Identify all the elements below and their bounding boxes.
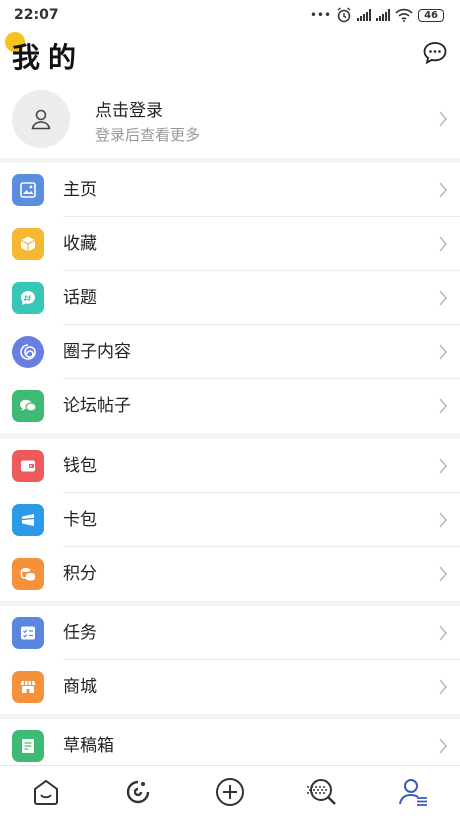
plus-circle-icon: [216, 778, 244, 806]
tab-discover[interactable]: [302, 772, 342, 812]
menu-label: 商城: [63, 677, 97, 697]
signal-icon: [357, 9, 372, 21]
card-icon: [12, 504, 44, 536]
menu-label: 钱包: [63, 456, 97, 476]
battery-icon: 46: [418, 8, 444, 22]
signal-icon-2: [376, 9, 391, 21]
chevron-right-icon: [439, 344, 448, 360]
hashtag-icon: [12, 282, 44, 314]
menu-group-content: 主页 收藏 话题 圈子内容 论坛帖子: [0, 163, 460, 433]
avatar[interactable]: [12, 90, 70, 148]
user-active-icon: [399, 779, 427, 806]
chevron-right-icon: [439, 290, 448, 306]
tab-home[interactable]: [26, 772, 66, 812]
chevron-right-icon: [439, 738, 448, 754]
menu-label: 草稿箱: [63, 736, 114, 756]
menu-label: 卡包: [63, 510, 97, 530]
chevron-right-icon: [439, 236, 448, 252]
store-icon: [12, 671, 44, 703]
menu-item-card-holder[interactable]: 卡包: [0, 493, 460, 547]
refresh-circle-icon: [126, 780, 150, 804]
tab-profile[interactable]: [394, 772, 434, 812]
chevron-right-icon: [439, 679, 448, 695]
chevron-right-icon: [439, 398, 448, 414]
menu-group-tasks: 任务 商城: [0, 606, 460, 714]
menu-item-wallet[interactable]: 钱包: [0, 439, 460, 493]
menu-item-favorites[interactable]: 收藏: [0, 217, 460, 271]
menu-item-circle-content[interactable]: 圈子内容: [0, 325, 460, 379]
status-time: 22:07: [14, 7, 59, 23]
wallet-icon: [12, 450, 44, 482]
login-title: 点击登录: [95, 101, 163, 121]
menu-label: 积分: [63, 564, 97, 584]
user-icon: [31, 109, 51, 130]
menu-item-tasks[interactable]: 任务: [0, 606, 460, 660]
menu-label: 论坛帖子: [63, 396, 131, 416]
tab-publish[interactable]: [210, 772, 250, 812]
menu-item-drafts[interactable]: 草稿箱: [0, 719, 460, 765]
chevron-right-icon: [439, 458, 448, 474]
menu-item-home[interactable]: 主页: [0, 163, 460, 217]
alarm-icon: [337, 7, 351, 23]
chevron-right-icon: [439, 566, 448, 582]
checklist-icon: [12, 617, 44, 649]
status-icons: ••• 46: [310, 7, 444, 23]
draft-icon: [12, 730, 44, 762]
menu-group-wallet: 钱包 卡包 积分: [0, 439, 460, 601]
menu-group-drafts: 草稿箱: [0, 719, 460, 765]
header: 我的: [0, 30, 460, 80]
chevron-right-icon: [439, 512, 448, 528]
image-icon: [12, 174, 44, 206]
coins-icon: [12, 558, 44, 590]
menu-item-store[interactable]: 商城: [0, 660, 460, 714]
menu-item-forum-posts[interactable]: 论坛帖子: [0, 379, 460, 433]
chevron-right-icon: [439, 111, 448, 127]
more-dots-icon: •••: [309, 8, 332, 22]
box-icon: [12, 228, 44, 260]
search-icon: [307, 779, 336, 805]
messages-icon[interactable]: [422, 40, 448, 66]
menu-label: 圈子内容: [63, 342, 131, 362]
wifi-icon: [395, 8, 413, 22]
chat-icon: [12, 390, 44, 422]
menu-label: 主页: [63, 180, 97, 200]
menu-item-topics[interactable]: 话题: [0, 271, 460, 325]
menu-label: 任务: [63, 623, 97, 643]
menu-label: 收藏: [63, 234, 97, 254]
page-title: 我的: [12, 41, 85, 74]
chevron-right-icon: [439, 625, 448, 641]
menu-item-points[interactable]: 积分: [0, 547, 460, 601]
status-bar: 22:07 ••• 46: [0, 0, 460, 30]
home-icon: [34, 779, 58, 805]
login-subtitle: 登录后查看更多: [95, 126, 201, 144]
login-card[interactable]: 点击登录 登录后查看更多: [0, 80, 460, 158]
tab-circle[interactable]: [118, 772, 158, 812]
bottom-tab-bar: [0, 765, 460, 818]
chevron-right-icon: [439, 182, 448, 198]
swirl-icon: [12, 336, 44, 368]
menu-label: 话题: [63, 288, 97, 308]
